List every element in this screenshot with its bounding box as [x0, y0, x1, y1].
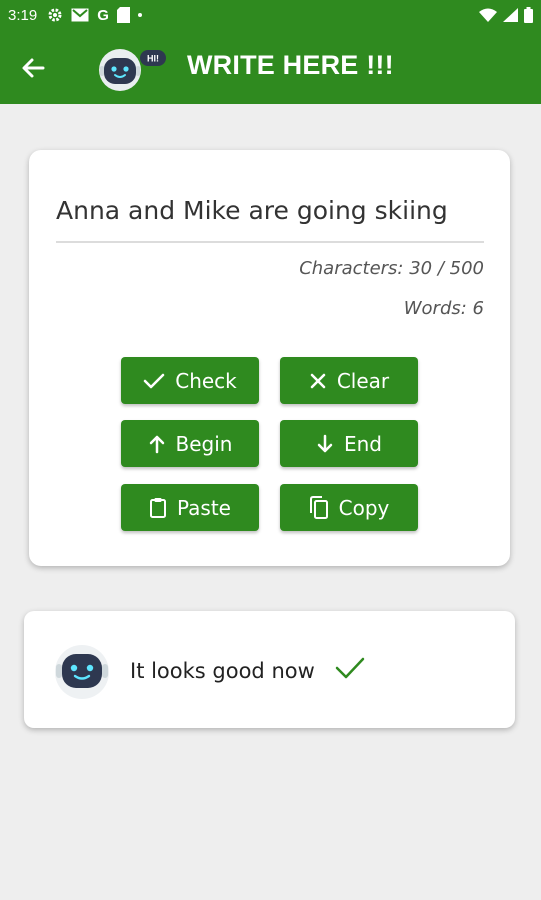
begin-button-label: Begin	[175, 431, 233, 456]
app-title: WRITE HERE !!!	[187, 50, 394, 80]
copy-icon	[309, 495, 328, 519]
clipboard-icon	[150, 497, 166, 518]
clear-button[interactable]: Clear	[280, 357, 418, 404]
end-button[interactable]: End	[280, 420, 418, 467]
feedback-card: It looks good now	[24, 611, 515, 728]
feedback-message: It looks good now	[130, 659, 315, 683]
signal-icon	[503, 8, 518, 22]
clear-button-label: Clear	[336, 368, 390, 393]
app-logo: HI!	[96, 46, 168, 92]
google-icon: G	[97, 6, 109, 24]
paste-button[interactable]: Paste	[121, 484, 259, 531]
input-underline	[56, 241, 484, 243]
copy-button[interactable]: Copy	[280, 484, 418, 531]
status-icons-left: G	[47, 7, 142, 24]
notification-dot-icon	[137, 13, 142, 17]
settings-icon	[47, 7, 63, 23]
check-icon	[143, 373, 165, 388]
sim-card-icon	[116, 7, 130, 23]
end-button-label: End	[343, 431, 382, 456]
text-input[interactable]	[56, 190, 484, 230]
gmail-icon	[71, 8, 89, 22]
character-count: Characters: 30 / 500	[299, 258, 484, 279]
arrow-up-icon	[149, 435, 164, 453]
logo-badge-text: HI!	[147, 54, 159, 64]
close-icon	[310, 373, 326, 388]
arrow-down-icon	[317, 434, 333, 452]
begin-button[interactable]: Begin	[121, 420, 259, 467]
word-count: Words: 6	[403, 298, 484, 319]
battery-icon	[524, 7, 533, 23]
check-button[interactable]: Check	[121, 357, 259, 404]
back-button[interactable]	[18, 54, 48, 82]
app-bar: HI! WRITE HERE !!!	[0, 30, 541, 104]
checkmark-icon	[334, 655, 366, 686]
robot-avatar	[52, 641, 114, 701]
status-time: 3:19	[8, 6, 38, 24]
status-icons-right	[479, 7, 533, 23]
arrow-left-icon	[22, 58, 45, 78]
status-bar: 3:19 G	[0, 0, 541, 30]
editor-card: Characters: 30 / 500 Words: 6 Check Clea…	[29, 150, 510, 566]
paste-button-label: Paste	[177, 495, 231, 520]
check-button-label: Check	[175, 368, 237, 393]
copy-button-label: Copy	[338, 495, 390, 520]
wifi-icon	[479, 8, 497, 22]
